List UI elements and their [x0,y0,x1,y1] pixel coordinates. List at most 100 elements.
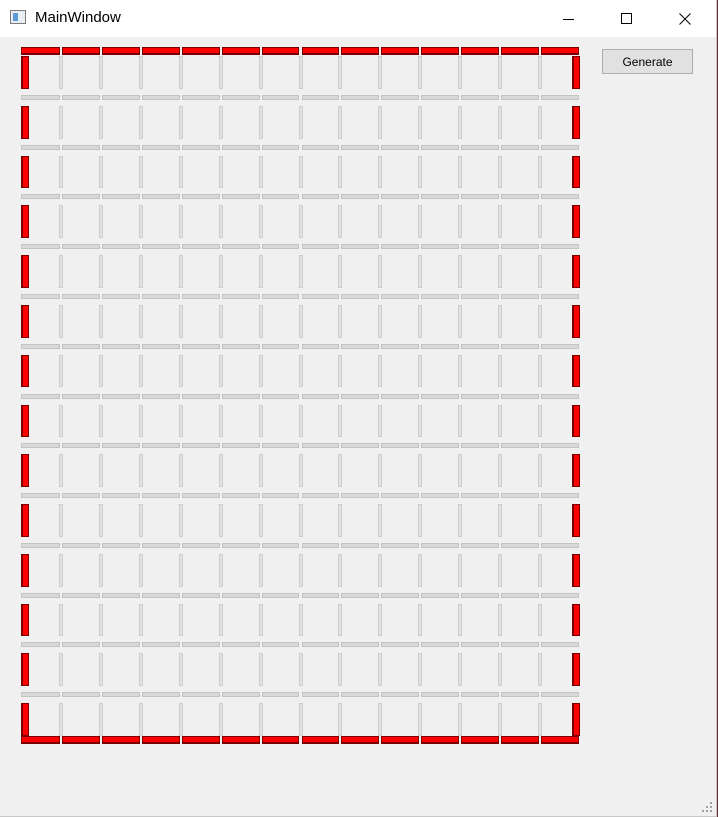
maze-wall-inactive[interactable] [181,493,220,499]
maze-wall-inactive[interactable] [261,443,300,449]
maze-wall-inactive[interactable] [101,293,140,299]
maze-wall-inactive[interactable] [58,454,63,488]
maze-wall-inactive[interactable] [501,493,540,499]
maze-wall-inactive[interactable] [341,393,380,399]
maze-wall-inactive[interactable] [341,94,380,100]
maze-wall-inactive[interactable] [141,343,180,349]
maze-wall-active[interactable] [572,454,580,488]
maze-wall-inactive[interactable] [458,56,463,89]
maze-wall-inactive[interactable] [218,105,223,139]
maze-wall-inactive[interactable] [101,542,140,548]
maze-wall-inactive[interactable] [181,542,220,548]
maze-wall-inactive[interactable] [101,592,140,598]
maze-wall-inactive[interactable] [381,493,420,499]
maze-wall-inactive[interactable] [421,293,460,299]
maze-wall-inactive[interactable] [261,542,300,548]
maze-wall-inactive[interactable] [338,155,343,189]
maze-wall-inactive[interactable] [221,692,260,698]
maze-wall-inactive[interactable] [541,393,579,399]
maze-wall-inactive[interactable] [498,404,503,438]
maze-wall-inactive[interactable] [138,553,143,587]
maze-wall-inactive[interactable] [21,144,60,150]
maze-wall-inactive[interactable] [421,343,460,349]
maze-wall-inactive[interactable] [178,155,183,189]
maze-wall-inactive[interactable] [98,553,103,587]
maze-wall-active[interactable] [21,504,29,537]
maze-wall-inactive[interactable] [61,343,100,349]
maze-wall-inactive[interactable] [298,354,303,388]
maze-wall-inactive[interactable] [338,56,343,89]
maze-wall-inactive[interactable] [458,354,463,388]
maze-wall-inactive[interactable] [218,653,223,687]
maze-wall-inactive[interactable] [181,393,220,399]
maze-wall-inactive[interactable] [141,642,180,648]
maze-wall-inactive[interactable] [541,692,579,698]
maze-wall-inactive[interactable] [501,94,540,100]
maze-wall-inactive[interactable] [61,692,100,698]
maze-wall-inactive[interactable] [538,105,543,139]
maze-wall-inactive[interactable] [418,155,423,189]
maze-wall-inactive[interactable] [178,56,183,89]
maze-wall-inactive[interactable] [381,244,420,250]
maze-wall-active[interactable] [61,47,100,55]
maze-wall-inactive[interactable] [461,642,500,648]
maze-wall-active[interactable] [21,304,29,338]
maze-wall-active[interactable] [572,354,580,388]
maze-wall-inactive[interactable] [218,404,223,438]
maze-wall-inactive[interactable] [261,293,300,299]
maze-wall-inactive[interactable] [501,144,540,150]
maze-wall-inactive[interactable] [58,155,63,189]
maze-wall-inactive[interactable] [218,155,223,189]
maze-wall-inactive[interactable] [421,144,460,150]
maze-wall-inactive[interactable] [221,343,260,349]
maze-wall-inactive[interactable] [338,354,343,388]
maze-wall-inactive[interactable] [58,255,63,288]
maze-wall-inactive[interactable] [221,642,260,648]
maze-wall-inactive[interactable] [461,194,500,200]
maze-wall-inactive[interactable] [418,653,423,687]
maze-wall-inactive[interactable] [381,144,420,150]
maze-wall-inactive[interactable] [541,493,579,499]
maze-wall-inactive[interactable] [381,592,420,598]
maze-wall-inactive[interactable] [221,493,260,499]
maze-wall-inactive[interactable] [501,393,540,399]
maze-wall-inactive[interactable] [418,105,423,139]
maze-wall-inactive[interactable] [298,304,303,338]
maze-wall-inactive[interactable] [378,304,383,338]
maze-wall-inactive[interactable] [218,703,223,736]
maze-wall-inactive[interactable] [61,592,100,598]
minimize-button[interactable] [546,0,592,37]
maze-wall-inactive[interactable] [298,205,303,239]
maze-wall-inactive[interactable] [458,703,463,736]
maze-wall-active[interactable] [61,736,100,744]
maze-wall-inactive[interactable] [538,155,543,189]
maze-wall-inactive[interactable] [461,692,500,698]
maze-wall-active[interactable] [141,47,180,55]
maze-wall-inactive[interactable] [141,393,180,399]
maze-wall-inactive[interactable] [101,94,140,100]
maze-wall-inactive[interactable] [221,244,260,250]
maze-wall-inactive[interactable] [498,155,503,189]
maze-wall-inactive[interactable] [101,443,140,449]
maze-wall-inactive[interactable] [498,454,503,488]
maze-wall-inactive[interactable] [501,194,540,200]
maze-wall-inactive[interactable] [138,504,143,537]
maze-wall-inactive[interactable] [98,454,103,488]
maze-wall-inactive[interactable] [418,454,423,488]
generate-button[interactable]: Generate [602,49,693,74]
maze-wall-inactive[interactable] [221,293,260,299]
maze-wall-inactive[interactable] [541,642,579,648]
maze-wall-inactive[interactable] [338,454,343,488]
maze-wall-inactive[interactable] [258,603,263,637]
maze-wall-inactive[interactable] [378,404,383,438]
maze-wall-inactive[interactable] [98,354,103,388]
maze-wall-inactive[interactable] [381,642,420,648]
maze-wall-inactive[interactable] [498,703,503,736]
maze-wall-inactive[interactable] [58,504,63,537]
maze-wall-inactive[interactable] [98,304,103,338]
maze-wall-inactive[interactable] [378,504,383,537]
maze-wall-inactive[interactable] [501,244,540,250]
maze-wall-inactive[interactable] [501,293,540,299]
maze-wall-inactive[interactable] [538,653,543,687]
maze-wall-inactive[interactable] [178,304,183,338]
